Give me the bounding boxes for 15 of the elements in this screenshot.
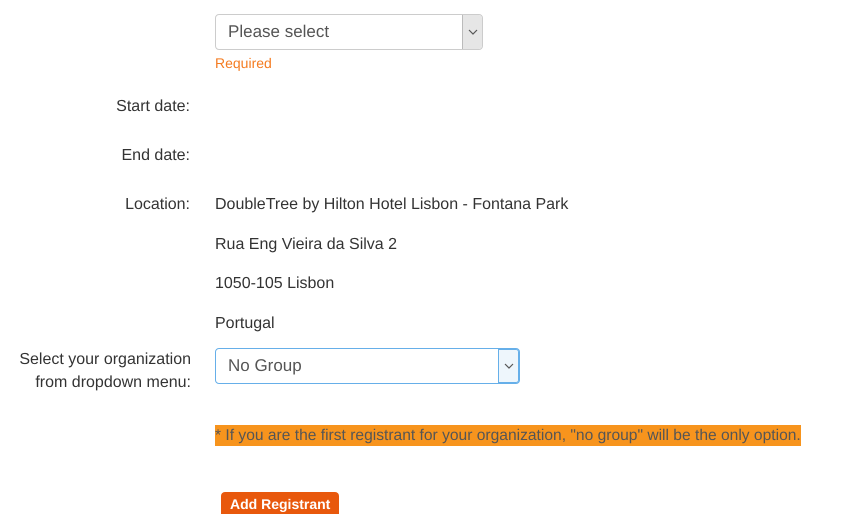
event-dropdown[interactable]: Please select <box>215 14 483 50</box>
location-text: Portugal <box>215 314 276 334</box>
organization-dropdown[interactable]: No Group <box>215 348 520 384</box>
caret-icon <box>498 349 519 384</box>
caret-icon <box>462 15 482 49</box>
add-registrant-button[interactable]: Add Registrant <box>221 492 340 514</box>
location-text: Rua Eng Vieira da Silva 2 <box>215 234 398 255</box>
field-label: End date: <box>122 147 190 164</box>
field-label: Start date: <box>116 98 190 115</box>
location-text: 1050-105 Lisbon <box>215 274 336 294</box>
error-text: Required <box>215 55 273 71</box>
note-text: * If you are the first registrant for your organization, "no group" will be the only option. <box>215 425 801 446</box>
location-text: DoubleTree by Hilton Hotel Lisbon - Fontana Park <box>215 195 570 215</box>
field-label: Select your organization from dropdown menu: <box>18 350 191 394</box>
field-label: Location: <box>125 196 190 213</box>
